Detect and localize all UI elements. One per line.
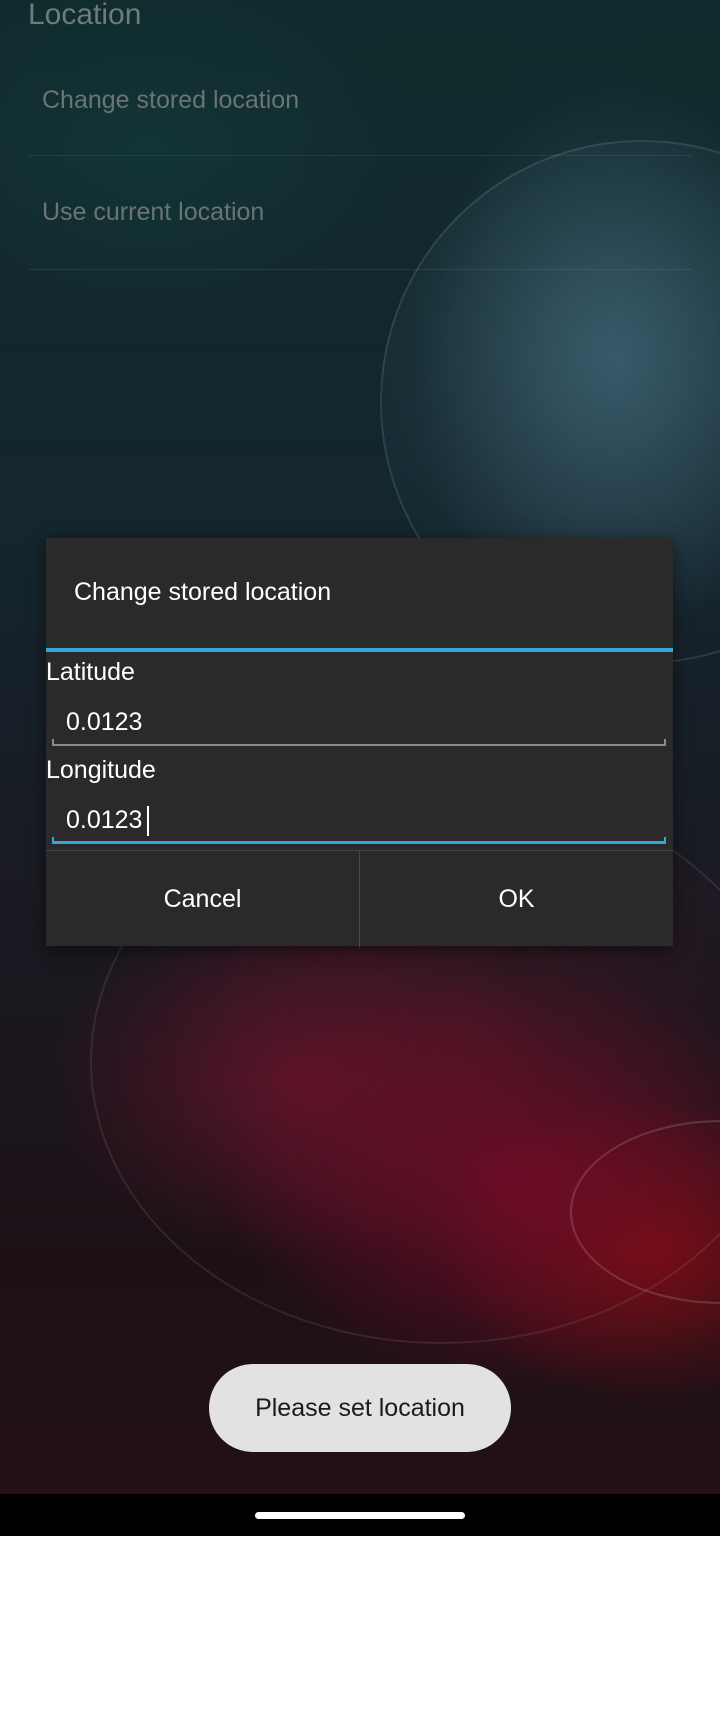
latitude-label: Latitude <box>46 658 135 686</box>
settings-item-label: Change stored location <box>42 86 300 114</box>
latitude-underline <box>52 739 666 746</box>
gesture-handle[interactable] <box>255 1512 465 1519</box>
longitude-underline <box>52 837 666 844</box>
navigation-bar <box>0 1494 720 1536</box>
latitude-field[interactable] <box>52 698 666 746</box>
settings-item-use-current-location[interactable]: Use current location <box>28 158 692 270</box>
text-cursor <box>147 806 149 836</box>
toast-message: Please set location <box>209 1364 511 1452</box>
dialog-button-row: Cancel OK <box>46 850 673 947</box>
longitude-label: Longitude <box>46 756 156 784</box>
change-location-dialog: Change stored location Latitude Longitud… <box>46 538 673 947</box>
blank-area <box>0 1536 720 1712</box>
cancel-button[interactable]: Cancel <box>46 851 359 947</box>
settings-section-title: Location <box>28 0 142 31</box>
settings-item-label: Use current location <box>42 198 265 226</box>
latitude-input[interactable] <box>52 698 666 746</box>
dialog-title-divider <box>46 648 673 652</box>
ok-button[interactable]: OK <box>360 851 673 947</box>
dialog-title: Change stored location <box>74 578 332 606</box>
settings-item-change-stored-location[interactable]: Change stored location <box>28 44 692 156</box>
longitude-input[interactable] <box>52 796 666 844</box>
longitude-field[interactable] <box>52 796 666 844</box>
app-screen: Location Change stored location Use curr… <box>0 0 720 1494</box>
